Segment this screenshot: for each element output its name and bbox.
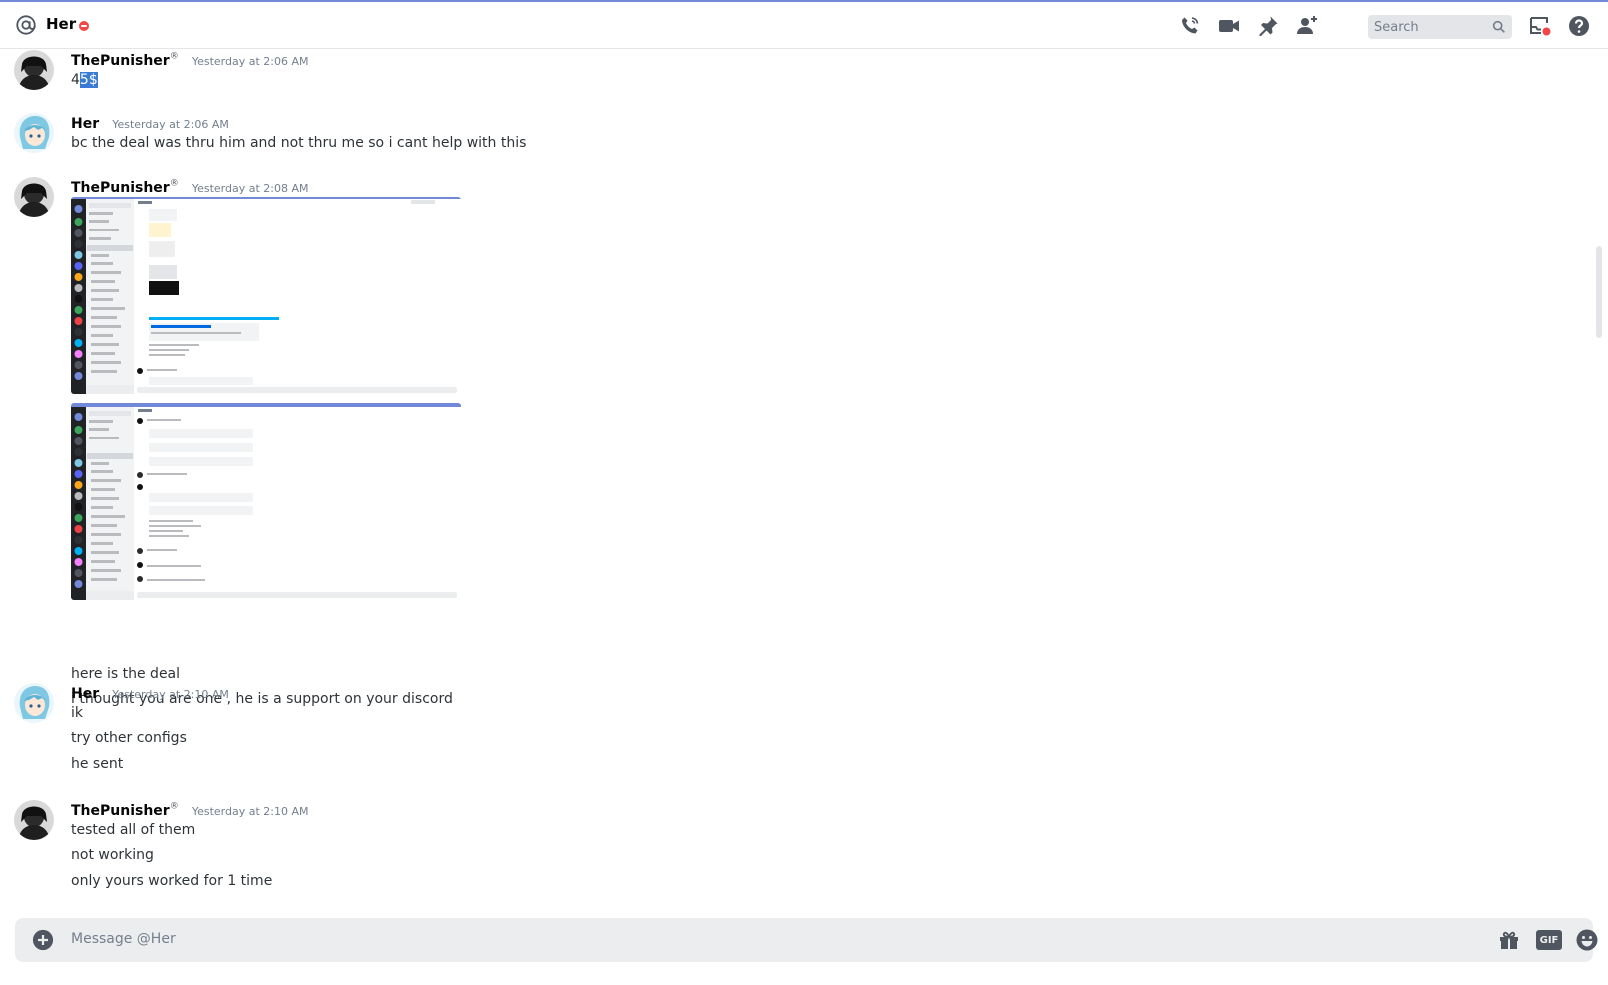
gif-label: GIF <box>1539 934 1559 946</box>
registered-mark: ® <box>169 178 179 189</box>
at-icon <box>16 15 36 35</box>
message-text: not working <box>71 847 154 863</box>
message-text: try other configs <box>71 730 187 746</box>
message-text: he sent <box>71 756 124 772</box>
gift-icon[interactable] <box>1497 928 1521 952</box>
message-input[interactable]: Message @Her <box>71 931 176 947</box>
add-friend-icon[interactable] <box>1295 14 1319 38</box>
search-icon <box>1492 20 1505 33</box>
timestamp: Yesterday at 2:06 AM <box>112 118 229 131</box>
gif-icon[interactable]: GIF <box>1536 930 1562 950</box>
avatar[interactable] <box>14 50 54 90</box>
dnd-status-icon <box>79 21 89 31</box>
message-text: ik <box>71 705 83 721</box>
screenshot-attachment[interactable] <box>71 403 461 600</box>
call-icon[interactable] <box>1178 14 1202 38</box>
author-name[interactable]: Her <box>71 116 99 132</box>
help-icon[interactable] <box>1567 14 1591 38</box>
message-text-part: 4 <box>71 72 80 88</box>
add-attachment-icon[interactable] <box>32 929 54 951</box>
author-name[interactable]: Her <box>71 686 99 702</box>
message-text: bc the deal was thru him and not thru me… <box>71 135 527 151</box>
timestamp: Yesterday at 2:10 AM <box>191 805 309 818</box>
message-composer[interactable]: Message @Her GIF <box>15 918 1598 962</box>
search-input[interactable]: Search <box>1368 15 1512 39</box>
message-header: ThePunisher® Yesterday at 2:06 AM <box>71 50 308 69</box>
message-text: 45$ <box>71 72 98 88</box>
selected-text: 5$ <box>79 72 98 88</box>
author-name[interactable]: ThePunisher <box>71 180 170 196</box>
message-header: Her Yesterday at 2:06 AM <box>71 113 229 132</box>
scrollbar-thumb[interactable] <box>1596 246 1602 338</box>
message-text: tested all of them <box>71 822 196 838</box>
pin-icon[interactable] <box>1256 14 1280 38</box>
avatar[interactable] <box>14 800 54 840</box>
timestamp: Yesterday at 2:06 AM <box>191 55 309 68</box>
author-name[interactable]: ThePunisher <box>71 803 170 819</box>
message-header: ThePunisher® Yesterday at 2:10 AM <box>71 800 308 819</box>
inbox-icon[interactable] <box>1528 14 1552 38</box>
message-header: ThePunisher® Yesterday at 2:08 AM <box>71 177 308 196</box>
message-text: here is the deal <box>71 666 181 682</box>
channel-header: Her Search <box>0 2 1608 49</box>
message-list[interactable]: ThePunisher® Yesterday at 2:06 AM 45$ He… <box>0 50 1590 910</box>
avatar[interactable] <box>14 113 54 153</box>
avatar[interactable] <box>14 177 54 217</box>
registered-mark: ® <box>169 801 179 812</box>
screenshot-attachment[interactable] <box>71 197 461 394</box>
message-text: only yours worked for 1 time <box>71 873 273 889</box>
avatar[interactable] <box>14 683 54 723</box>
search-placeholder: Search <box>1374 20 1419 35</box>
video-icon[interactable] <box>1217 14 1241 38</box>
timestamp: Yesterday at 2:08 AM <box>191 182 309 195</box>
dm-title: Her <box>46 15 77 33</box>
author-name[interactable]: ThePunisher <box>71 53 170 69</box>
registered-mark: ® <box>169 51 179 62</box>
timestamp: Yesterday at 2:10 AM <box>112 688 229 701</box>
message-header: Her Yesterday at 2:10 AM <box>71 683 229 702</box>
emoji-icon[interactable] <box>1575 928 1599 952</box>
